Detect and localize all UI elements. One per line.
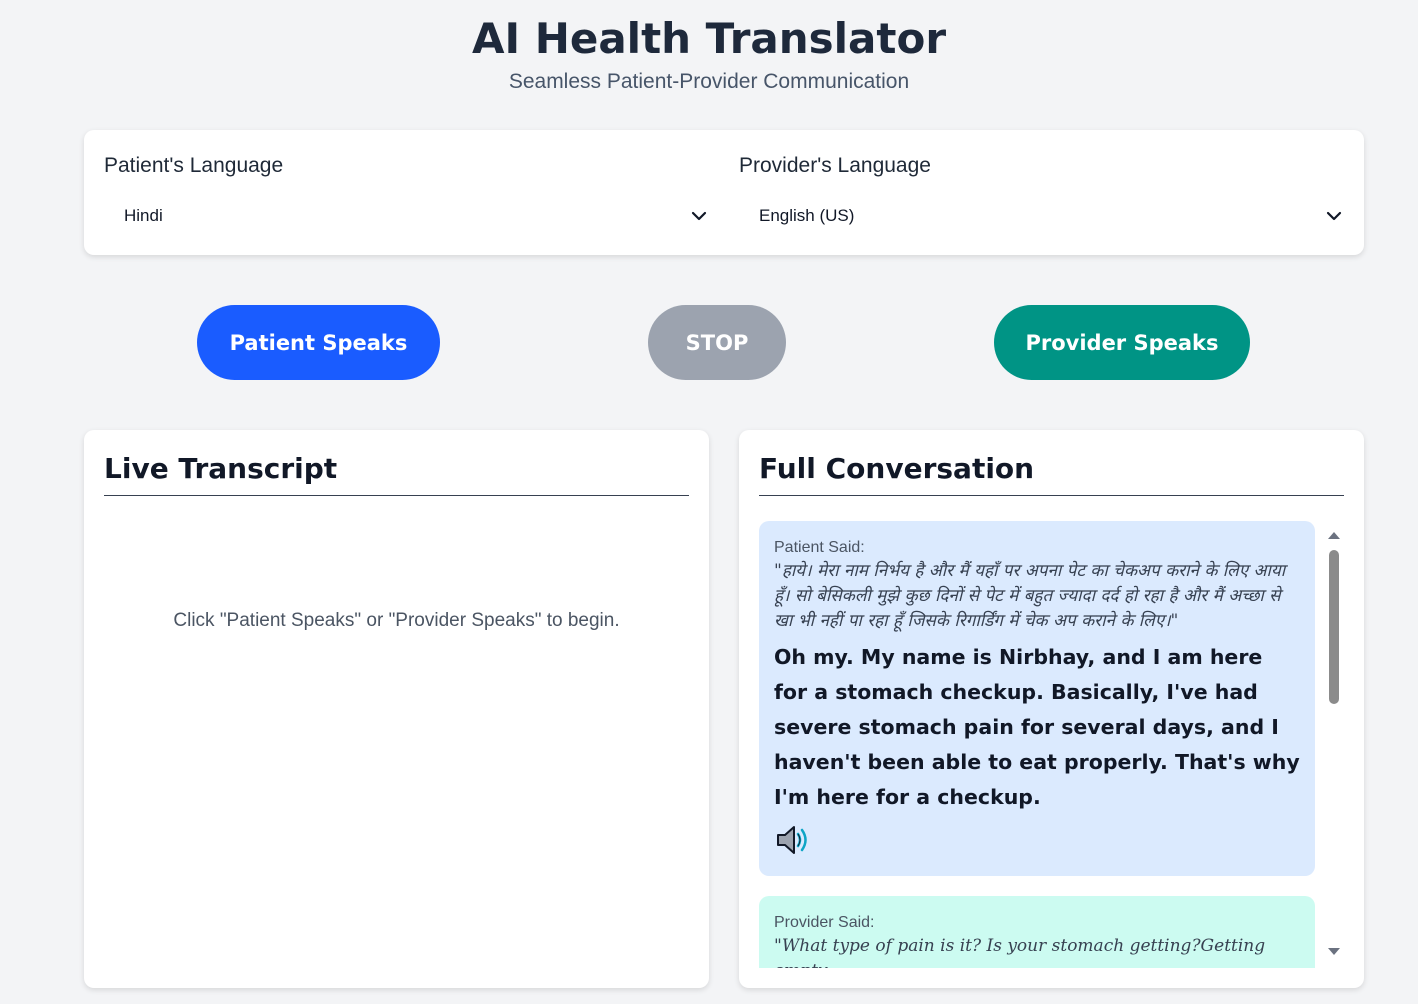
chevron-down-icon [691,211,707,221]
live-transcript-title: Live Transcript [104,452,689,496]
app-title: AI Health Translator [471,14,947,63]
patient-language-select[interactable]: Hindi [104,200,709,232]
language-settings-card: Patient's Language Hindi Provider's Lang… [84,130,1364,255]
full-conversation-panel: Full Conversation Patient Said: "हाये। म… [739,430,1364,988]
app-subtitle: Seamless Patient-Provider Communication [508,70,910,93]
stop-button[interactable]: STOP [648,305,786,380]
message-speaker-label: Patient Said: [774,539,865,556]
conversation-list[interactable]: Patient Said: "हाये। मेरा नाम निर्भय है … [759,521,1344,968]
scrollbar-thumb[interactable] [1329,550,1339,704]
provider-language-label: Provider's Language [739,154,931,177]
live-transcript-panel: Live Transcript Click "Patient Speaks" o… [84,430,709,988]
provider-message: Provider Said: "What type of pain is it?… [759,896,1315,968]
message-translation-text: Oh my. My name is Nirbhay, and I am here… [774,645,1300,809]
patient-message: Patient Said: "हाये। मेरा नाम निर्भय है … [759,521,1315,876]
patient-language-label: Patient's Language [104,154,284,177]
message-original-text: "What type of pain is it? Is your stomac… [774,936,1266,968]
conversation-scrollbar[interactable] [1325,521,1343,968]
speaker-icon[interactable] [774,823,812,857]
patient-language-group: Patient's Language Hindi [104,154,709,232]
full-conversation-title: Full Conversation [759,452,1344,496]
provider-speaks-button[interactable]: Provider Speaks [994,305,1250,380]
chevron-down-icon [1326,211,1342,221]
live-transcript-placeholder: Click "Patient Speaks" or "Provider Spea… [173,610,620,631]
provider-language-select[interactable]: English (US) [739,200,1344,232]
provider-language-value: English (US) [759,206,855,225]
patient-language-value: Hindi [124,206,163,225]
message-original-text: "हाये। मेरा नाम निर्भय है और मैं यहाँ पर… [774,561,1286,631]
scroll-down-arrow-icon[interactable] [1328,948,1340,955]
scroll-up-arrow-icon[interactable] [1328,532,1340,539]
patient-speaks-button[interactable]: Patient Speaks [197,305,440,380]
provider-language-group: Provider's Language English (US) [739,154,1344,232]
message-speaker-label: Provider Said: [774,914,875,931]
